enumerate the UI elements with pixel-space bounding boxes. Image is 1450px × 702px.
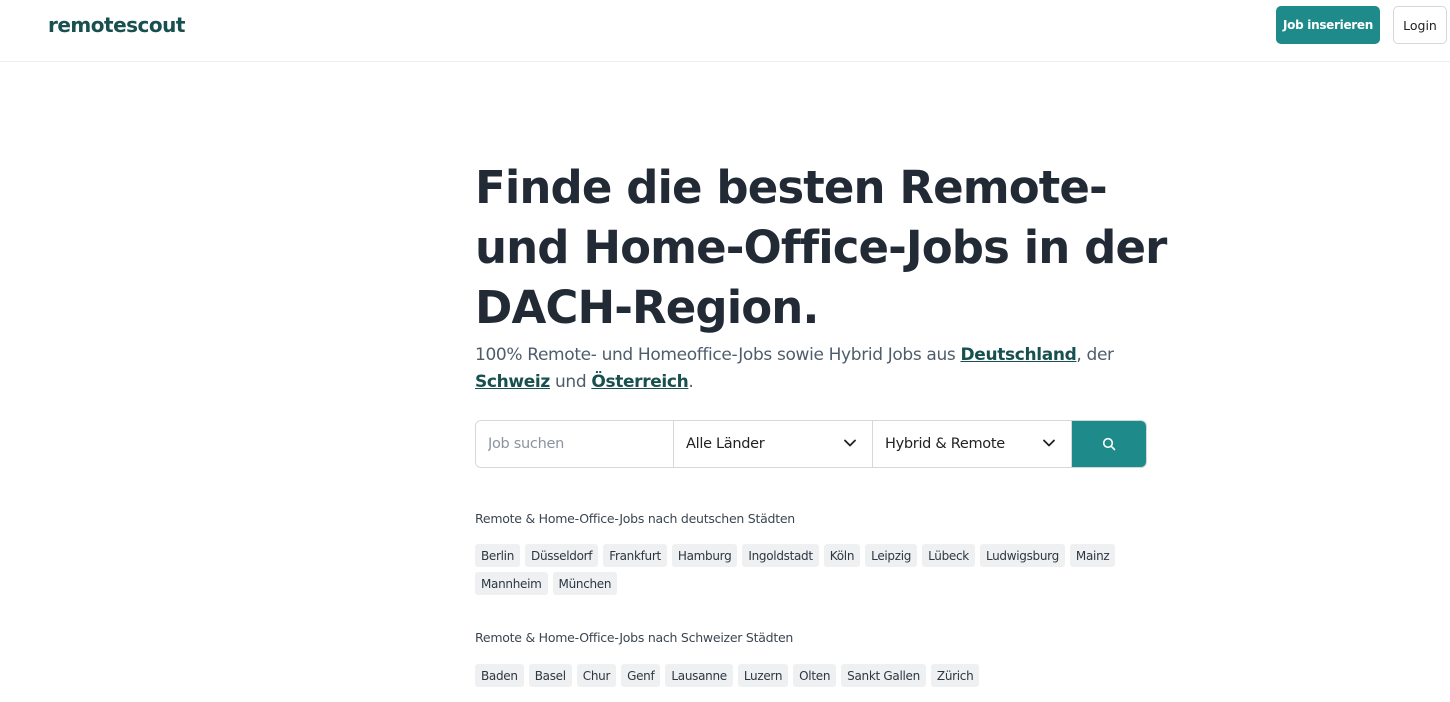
top-navigation: remotescout Job inserieren Login xyxy=(0,0,1450,62)
city-tag[interactable]: Berlin xyxy=(475,544,521,567)
city-tag[interactable]: Düsseldorf xyxy=(525,544,599,567)
german-cities-heading: Remote & Home-Office-Jobs nach deutschen… xyxy=(475,511,795,526)
city-tag[interactable]: Sankt Gallen xyxy=(841,664,926,687)
swiss-city-tags: Baden Basel Chur Genf Lausanne Luzern Olten San… xyxy=(475,664,1155,687)
city-tag[interactable]: Zürich xyxy=(930,664,980,687)
search-icon xyxy=(1102,437,1116,451)
subtitle-text: 100% Remote- und Homeoffice-Jobs sowie H… xyxy=(475,345,961,365)
link-switzerland[interactable]: Schweiz xyxy=(475,372,550,392)
swiss-cities-heading: Remote & Home-Office-Jobs nach Schweizer… xyxy=(475,630,794,645)
logo[interactable]: remotescout xyxy=(48,13,185,37)
city-tag[interactable]: München xyxy=(552,572,618,595)
login-button[interactable]: Login xyxy=(1393,6,1447,44)
city-tag[interactable]: Basel xyxy=(528,664,572,687)
work-mode-select[interactable]: Hybrid & Remote xyxy=(873,421,1072,467)
city-tag[interactable]: Luzern xyxy=(737,664,789,687)
city-tag[interactable]: Ludwigsburg xyxy=(979,544,1065,567)
job-search-input[interactable] xyxy=(476,421,674,467)
subtitle-text: . xyxy=(688,372,694,392)
hero-subtitle: 100% Remote- und Homeoffice-Jobs sowie H… xyxy=(475,342,1175,396)
country-select-value: Alle Länder xyxy=(686,436,765,452)
chevron-down-icon xyxy=(844,439,856,447)
link-austria[interactable]: Österreich xyxy=(591,372,688,392)
city-tag[interactable]: Mainz xyxy=(1069,544,1116,567)
link-germany[interactable]: Deutschland xyxy=(961,345,1077,365)
city-tag[interactable]: Chur xyxy=(576,664,617,687)
city-tag[interactable]: Baden xyxy=(475,664,524,687)
city-tag[interactable]: Mannheim xyxy=(475,572,548,595)
subtitle-text: und xyxy=(549,372,592,392)
city-tag[interactable]: Lausanne xyxy=(665,664,733,687)
page-title: Finde die besten Remote- und Home-Office… xyxy=(475,161,1167,334)
city-tag[interactable]: Olten xyxy=(793,664,837,687)
work-mode-select-value: Hybrid & Remote xyxy=(885,436,1005,452)
search-button[interactable] xyxy=(1072,421,1146,467)
city-tag[interactable]: Leipzig xyxy=(865,544,918,567)
country-select[interactable]: Alle Länder xyxy=(674,421,873,467)
german-city-tags: Berlin Düsseldorf Frankfurt Hamburg Ingoldst… xyxy=(475,544,1155,595)
city-tag[interactable]: Köln xyxy=(823,544,861,567)
post-job-button[interactable]: Job inserieren xyxy=(1276,6,1380,44)
city-tag[interactable]: Ingoldstadt xyxy=(742,544,819,567)
subtitle-text: , der xyxy=(1076,345,1114,365)
job-search-form: Alle Länder Hybrid & Remote xyxy=(475,420,1147,468)
city-tag[interactable]: Frankfurt xyxy=(603,544,667,567)
city-tag[interactable]: Lübeck xyxy=(922,544,975,567)
chevron-down-icon xyxy=(1043,439,1055,447)
city-tag[interactable]: Hamburg xyxy=(671,544,738,567)
city-tag[interactable]: Genf xyxy=(621,664,661,687)
